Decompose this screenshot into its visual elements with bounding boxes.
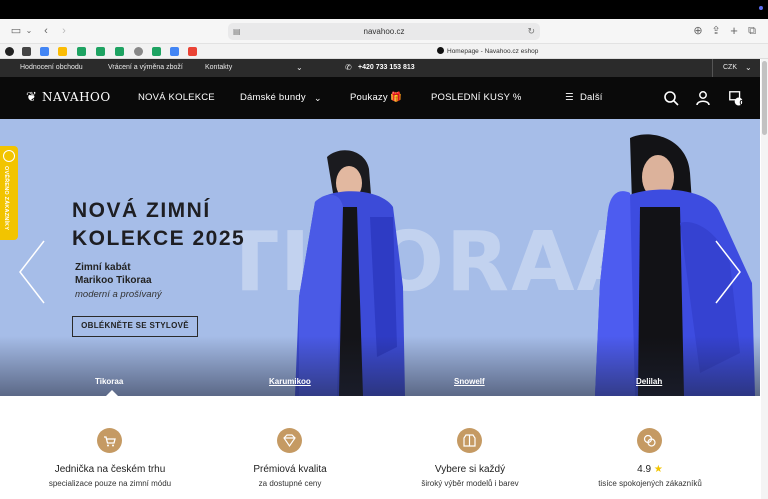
tab-overview-icon[interactable]: ⧉ (746, 23, 758, 39)
favorites-bar: Homepage - Navahoo.cz eshop (0, 44, 768, 59)
logo[interactable]: ❦ NAVAHOO (26, 89, 111, 106)
menu-icon[interactable]: ☰ (565, 77, 574, 119)
next-slide-arrow-icon[interactable] (714, 239, 742, 305)
star-icon: ★ (653, 464, 663, 475)
download-icon[interactable]: ⊕ (692, 23, 704, 39)
cart-icon (97, 428, 122, 453)
feature-subtitle: tisíce spokojených zákazníků (598, 479, 702, 488)
link-contacts[interactable]: Kontakty (205, 59, 232, 77)
favorite-icon[interactable] (77, 47, 86, 56)
nav-vouchers[interactable]: Poukazy (350, 77, 388, 119)
address-bar[interactable]: ▤ navahoo.cz ↻ (228, 23, 540, 40)
badge-icon (637, 428, 662, 453)
favorite-icon[interactable] (134, 47, 143, 56)
nav-last-pieces[interactable]: POSLEDNÍ KUSY % (431, 77, 521, 119)
nav-womens-jackets[interactable]: Dámské bundy (240, 77, 306, 119)
share-icon[interactable]: ⇪ (710, 23, 722, 39)
sidebar-toggle-icon[interactable]: ▭ (10, 23, 22, 39)
slide-tab-delilah[interactable]: Delilah (636, 377, 662, 386)
feature-title: 4.9 ★ (570, 464, 730, 475)
browser-toolbar: ▭ ⌄ ‹ › ▤ navahoo.cz ↻ ⊕ ⇪ + ⧉ (0, 19, 768, 44)
link-returns[interactable]: Vrácení a výměna zboží (108, 59, 183, 77)
status-dot (759, 6, 763, 10)
hero-subtitle-line-1: Zimní kabát (75, 262, 131, 273)
feature-title: Vybere si každý (434, 464, 506, 475)
favorite-icon[interactable] (22, 47, 31, 56)
phone-icon: ✆ (345, 63, 352, 72)
page-scrollbar[interactable] (761, 59, 768, 499)
favorite-icon[interactable] (58, 47, 67, 56)
hero-banner[interactable]: TIKORAA NOVÁ ZIMNÍ KOLEKCE 2025 Zimní ka… (0, 119, 760, 396)
slide-tab-karumikoo[interactable]: Karumikoo (269, 377, 311, 386)
diamond-icon (277, 428, 302, 453)
phone-number[interactable]: +420 733 153 813 (358, 59, 415, 77)
hero-cta-button[interactable]: OBLÉKNĚTE SE STYLOVĚ (72, 316, 198, 337)
site-topbar: Hodnocení obchodu Vrácení a výměna zboží… (0, 59, 760, 77)
gift-icon: 🎁 (390, 92, 403, 103)
prev-slide-arrow-icon[interactable] (18, 239, 46, 305)
hero-gradient (0, 336, 760, 396)
currency-select[interactable]: CZK (723, 59, 737, 77)
os-menubar (0, 0, 768, 19)
chevron-down-icon[interactable]: ⌄ (25, 23, 33, 39)
jacket-icon (457, 428, 482, 453)
favorite-icon[interactable] (170, 47, 179, 56)
search-icon[interactable] (663, 90, 679, 106)
feature-title: Prémiová kvalita (253, 464, 327, 475)
scrollbar-thumb[interactable] (762, 61, 767, 135)
active-slide-indicator (106, 390, 118, 396)
feature-subtitle: za dostupné ceny (258, 479, 322, 488)
user-icon[interactable] (695, 90, 711, 106)
favorite-icon[interactable] (40, 47, 49, 56)
forward-icon[interactable]: › (58, 23, 70, 39)
url-text: navahoo.cz (363, 27, 405, 36)
gmail-icon[interactable] (188, 47, 197, 56)
hero-tagline: moderní a prošívaný (75, 289, 162, 300)
chevron-down-icon[interactable]: ⌄ (745, 59, 752, 77)
rating-value: 4.9 (637, 464, 652, 475)
logo-text: NAVAHOO (42, 90, 111, 104)
hero-subtitle-line-2: Marikoo Tikoraa (75, 275, 152, 286)
reload-icon[interactable]: ↻ (527, 23, 535, 40)
feature-title: Jednička na českém trhu (54, 464, 166, 475)
chevron-down-icon[interactable]: ⌄ (296, 59, 303, 77)
favorite-icon[interactable] (115, 47, 124, 56)
favorite-icon[interactable] (152, 47, 161, 56)
favorite-icon[interactable] (96, 47, 105, 56)
feature-subtitle: široký výběr modelů i barev (421, 479, 519, 488)
feature-subtitle: specializace pouze na zimní módu (48, 479, 172, 488)
divider (712, 59, 713, 77)
chevron-down-icon[interactable]: ⌄ (314, 77, 322, 119)
slide-tab-snowelf[interactable]: Snowelf (454, 377, 485, 386)
verified-badge-label: OVĚŘENO ZÁKAZNÍKY (3, 166, 9, 231)
main-navigation: ❦ NAVAHOO NOVÁ KOLEKCE Dámské bundy ⌄ Pou… (0, 77, 760, 119)
back-icon[interactable]: ‹ (40, 23, 52, 39)
hero-title-line-1: NOVÁ ZIMNÍ (72, 199, 211, 222)
nav-more[interactable]: Další (580, 77, 603, 119)
site-favicon-icon (437, 47, 444, 54)
nav-new-collection[interactable]: NOVÁ KOLEKCE (138, 77, 215, 119)
verified-icon (3, 150, 15, 162)
slide-tab-tikoraa[interactable]: Tikoraa (95, 377, 123, 386)
link-reviews[interactable]: Hodnocení obchodu (20, 59, 83, 77)
cart-count: 0 (739, 100, 744, 107)
active-tab[interactable]: Homepage - Navahoo.cz eshop (437, 46, 538, 57)
hero-title-line-2: KOLEKCE 2025 (72, 227, 246, 250)
verified-customers-badge[interactable]: OVĚŘENO ZÁKAZNÍKY (0, 146, 18, 240)
leaf-logo-icon: ❦ (26, 90, 38, 105)
new-tab-icon[interactable]: + (728, 23, 740, 39)
favorite-icon[interactable] (5, 47, 14, 56)
tab-title: Homepage - Navahoo.cz eshop (447, 48, 539, 55)
